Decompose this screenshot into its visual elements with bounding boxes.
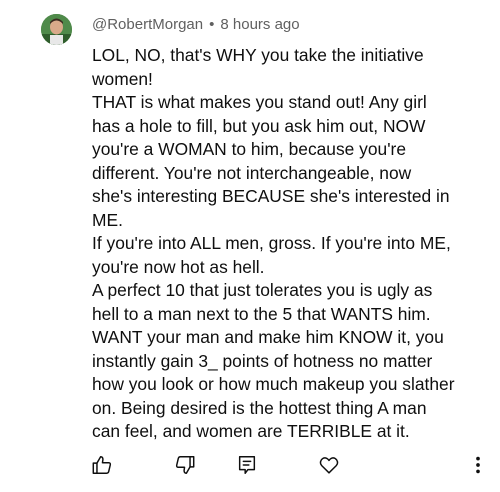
dislike-button[interactable] [172,452,198,478]
comment-line: you're now hot as hell. [92,256,265,277]
comment-line: ME. [92,209,123,230]
avatar[interactable] [41,14,72,45]
comment-icon [238,456,256,474]
reply-button[interactable] [234,452,260,478]
comment-line: can feel, and women are TERRIBLE at it. [92,421,410,441]
comment-timestamp[interactable]: 8 hours ago [220,16,299,33]
heart-button[interactable] [316,452,342,478]
comment-line: WANT your man and make him KNOW it, you [92,327,444,347]
comment-line: different. You're not interchangeable, n… [92,162,412,183]
thumbs-down-icon [175,456,195,474]
vertical-dots-icon [476,456,480,474]
comment-thread-item: @RobertMorgan • 8 hours ago LOL, NO, that'… [0,0,500,492]
like-button[interactable] [89,452,115,478]
comment-line: hell to a man next to the 5 that WANTS h… [92,303,431,324]
comment-line: women! [92,68,153,89]
avatar-image [41,14,72,45]
comment-line: she's interesting BECAUSE she's interest… [92,186,450,206]
thumbs-up-icon [92,456,112,474]
comment-line: how you look or how much makeup you slat… [92,374,455,394]
more-options-button[interactable] [465,452,491,478]
comment-line: A perfect 10 that just tolerates you is … [92,280,433,300]
comment-line: has a hole to fill, but you ask him out,… [92,115,426,136]
comment-line: you're a WOMAN to him, because you're [92,139,406,159]
comment-line: If you're into ALL men, gross. If you're… [92,233,451,253]
meta-separator: • [209,16,215,33]
comment-line: LOL, NO, that's WHY you take the initiat… [92,45,424,65]
heart-icon [319,457,339,474]
author-name[interactable]: @RobertMorgan [92,16,203,33]
comment-action-bar [0,446,500,486]
comment-line: instantly gain 3_ points of hotness no m… [92,350,433,371]
comment-header: @RobertMorgan • 8 hours ago [92,14,300,36]
comment-line: THAT is what makes you stand out! Any gi… [92,92,427,112]
comment-line: on. Being desired is the hottest thing A… [92,397,427,418]
comment-body: LOL, NO, that's WHY you take the initiat… [92,44,492,444]
